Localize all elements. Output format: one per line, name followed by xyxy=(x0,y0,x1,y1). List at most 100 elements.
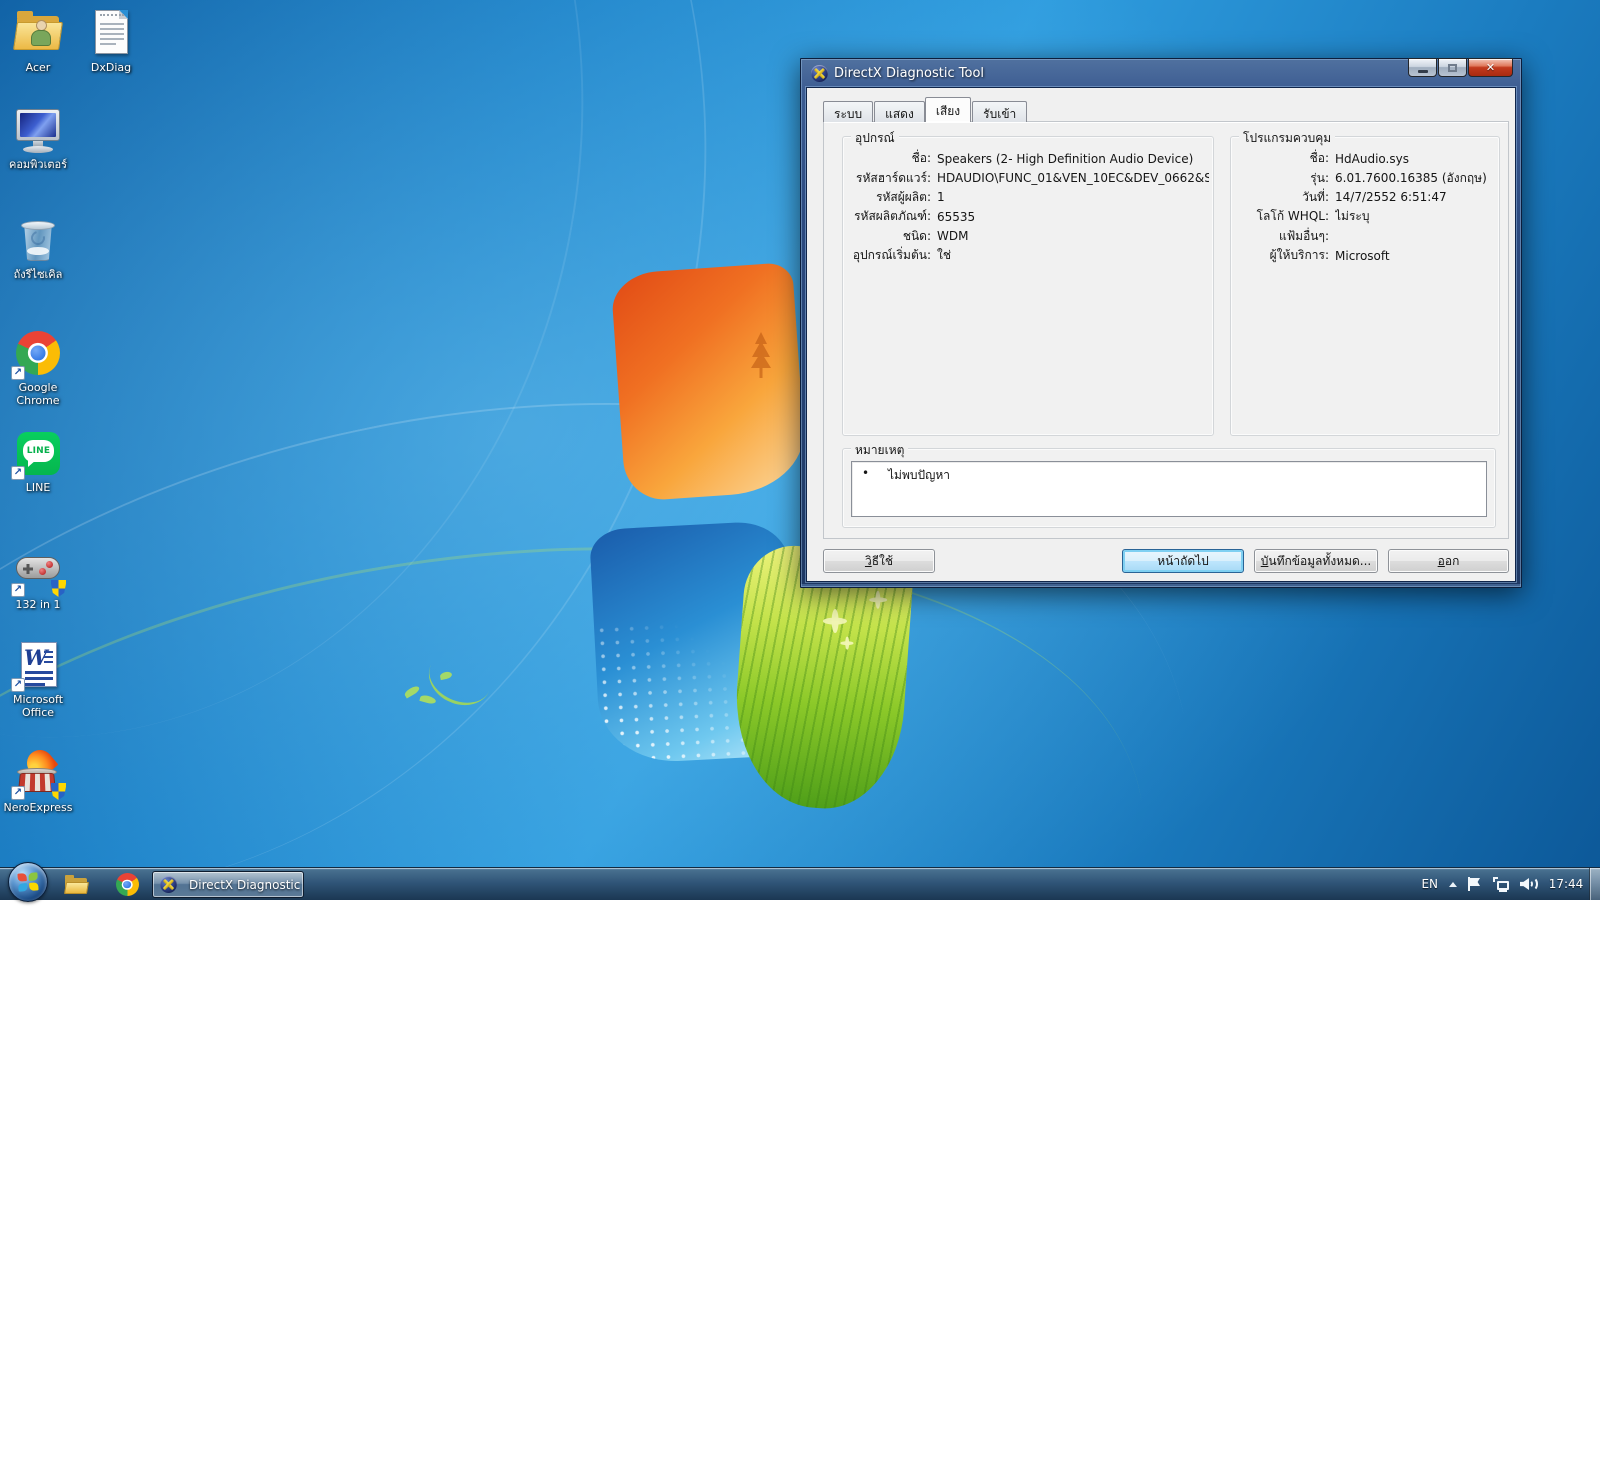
field-label: ผู้ให้บริการ: xyxy=(1237,246,1329,265)
device-row: รหัสฮาร์ดแวร์: HDAUDIO\FUNC_01&VEN_10EC&… xyxy=(849,168,1209,187)
system-tray: EN 17:44 xyxy=(1421,868,1584,900)
field-label: แฟ้มอื่นๆ: xyxy=(1237,227,1329,246)
clock[interactable]: 17:44 xyxy=(1548,877,1584,891)
desktop-icon-computer[interactable]: คอมพิวเตอร์ xyxy=(0,105,76,171)
window-titlebar[interactable]: DirectX Diagnostic Tool ✕ xyxy=(806,59,1516,87)
folder-icon xyxy=(65,876,89,894)
desktop-icon-recycle-bin[interactable]: ถังรีไซเคิล xyxy=(0,215,76,281)
flower-sparkle xyxy=(868,590,888,610)
field-value: Speakers (2- High Definition Audio Devic… xyxy=(937,152,1209,166)
desktop-icon-label: LINE xyxy=(0,481,76,494)
field-value: Microsoft xyxy=(1335,249,1495,263)
shortcut-arrow-icon: ↗ xyxy=(11,366,25,380)
desktop-icon-label: ถังรีไซเคิล xyxy=(0,268,76,281)
desktop-icon-microsoft-office[interactable]: W ↗ Microsoft Office xyxy=(0,640,76,719)
language-indicator[interactable]: EN xyxy=(1421,877,1438,891)
taskbar-explorer-button[interactable] xyxy=(62,872,92,897)
desktop-icon-google-chrome[interactable]: ↗ Google Chrome xyxy=(0,328,76,407)
notes-group-title: หมายเหตุ xyxy=(851,441,908,460)
field-label: วันที่: xyxy=(1237,188,1329,207)
driver-row: โลโก้ WHQL: ไม่ระบุ xyxy=(1237,207,1495,226)
tab-strip: ระบบ แสดง เสียง รับเข้า xyxy=(823,97,1028,122)
minimize-button[interactable] xyxy=(1408,58,1437,77)
driver-group-title: โปรแกรมควบคุม xyxy=(1239,129,1335,148)
uac-shield-icon xyxy=(51,783,66,800)
maximize-icon xyxy=(1448,64,1457,72)
tab-display[interactable]: แสดง xyxy=(874,101,925,122)
exit-button[interactable]: ออก xyxy=(1388,549,1509,573)
field-value: WDM xyxy=(937,229,1209,243)
tab-input[interactable]: รับเข้า xyxy=(972,101,1027,122)
directx-app-icon xyxy=(160,876,177,893)
field-value: HDAUDIO\FUNC_01&VEN_10EC&DEV_0662&SUBSYS… xyxy=(937,171,1209,185)
recycle-bin-icon xyxy=(13,215,63,265)
windows-flag-orange-pane xyxy=(610,262,807,502)
desktop-icon-label: Acer xyxy=(0,61,76,74)
tab-sound[interactable]: เสียง xyxy=(925,97,971,122)
desktop-icon-neroexpress[interactable]: ↗ NeroExpress xyxy=(0,748,76,814)
start-button[interactable] xyxy=(8,862,48,902)
dxdiag-window: DirectX Diagnostic Tool ✕ ระบบ แสดง เสีย… xyxy=(800,58,1522,588)
volume-icon[interactable] xyxy=(1520,877,1537,891)
gamepad-icon xyxy=(16,557,60,579)
show-desktop-button[interactable] xyxy=(1589,868,1600,900)
device-row: อุปกรณ์เริ่มต้น: ใช่ xyxy=(849,246,1209,265)
device-row: รหัสผลิตภัณฑ์: 65535 xyxy=(849,207,1209,226)
uac-shield-icon xyxy=(51,580,66,597)
device-row: ชนิด: WDM xyxy=(849,227,1209,246)
shortcut-arrow-icon: ↗ xyxy=(11,786,25,800)
desktop-icon-label: NeroExpress xyxy=(0,801,76,814)
dialog-button-row: วิธีใช้ หน้าถัดไป บันทึกข้อมูลทั้งหมด...… xyxy=(823,549,1509,573)
notes-group: หมายเหตุ • ไม่พบปัญหา xyxy=(842,448,1496,528)
dialog-client-area: ระบบ แสดง เสียง รับเข้า อุปกรณ์ ชื่อ: Sp… xyxy=(806,87,1516,582)
desktop-icon-label: DxDiag xyxy=(73,61,149,74)
help-button[interactable]: วิธีใช้ xyxy=(823,549,935,573)
driver-row: รุ่น: 6.01.7600.16385 (อังกฤษ) xyxy=(1237,168,1495,187)
shortcut-arrow-icon: ↗ xyxy=(11,678,25,692)
desktop-icon-label: คอมพิวเตอร์ xyxy=(0,158,76,171)
task-button-label: DirectX Diagnostic T... xyxy=(189,878,304,892)
flower-sparkle xyxy=(840,636,854,650)
device-row: ชื่อ: Speakers (2- High Definition Audio… xyxy=(849,149,1209,168)
text-document-icon xyxy=(95,10,128,54)
close-button[interactable]: ✕ xyxy=(1468,58,1513,77)
desktop-icon-line[interactable]: LINE ↗ LINE xyxy=(0,428,76,494)
field-label: รหัสผู้ผลิต: xyxy=(849,188,931,207)
desktop-icon-dxdiag[interactable]: DxDiag xyxy=(73,8,149,74)
taskbar-task-dxdiag[interactable]: DirectX Diagnostic T... xyxy=(152,871,304,898)
driver-row: วันที่: 14/7/2552 6:51:47 xyxy=(1237,188,1495,207)
action-center-flag-icon[interactable] xyxy=(1468,877,1481,891)
driver-row: ชื่อ: HdAudio.sys xyxy=(1237,149,1495,168)
field-value: 6.01.7600.16385 (อังกฤษ) xyxy=(1335,169,1495,188)
driver-row: แฟ้มอื่นๆ: xyxy=(1237,227,1495,246)
computer-icon xyxy=(13,105,63,155)
tab-system[interactable]: ระบบ xyxy=(823,101,873,122)
network-icon[interactable] xyxy=(1492,877,1509,892)
save-all-information-button[interactable]: บันทึกข้อมูลทั้งหมด... xyxy=(1254,549,1378,573)
window-title: DirectX Diagnostic Tool xyxy=(834,66,984,81)
desktop-icon-acer[interactable]: Acer xyxy=(0,8,76,74)
desktop-icon-label: Google Chrome xyxy=(0,381,76,407)
device-group: อุปกรณ์ ชื่อ: Speakers (2- High Definiti… xyxy=(842,136,1214,436)
desktop-icon-label: Microsoft Office xyxy=(0,693,76,719)
minimize-icon xyxy=(1418,70,1428,73)
sound-tab-page: อุปกรณ์ ชื่อ: Speakers (2- High Definiti… xyxy=(823,121,1509,539)
user-folder-icon xyxy=(30,20,52,48)
notes-listbox[interactable]: • ไม่พบปัญหา xyxy=(851,461,1487,517)
field-label: อุปกรณ์เริ่มต้น: xyxy=(849,246,931,265)
show-hidden-icons-icon[interactable] xyxy=(1449,882,1457,887)
tree-silhouette xyxy=(748,332,774,378)
next-page-button[interactable]: หน้าถัดไป xyxy=(1122,549,1244,573)
device-group-title: อุปกรณ์ xyxy=(851,129,899,148)
field-label: โลโก้ WHQL: xyxy=(1237,207,1329,226)
note-bullet: • xyxy=(862,466,888,516)
taskbar-chrome-button[interactable] xyxy=(112,872,142,897)
desktop-icon-132-in-1[interactable]: ↗ 132 in 1 xyxy=(0,545,76,611)
taskbar: DirectX Diagnostic T... EN 17:44 xyxy=(0,867,1600,900)
field-label: รหัสผลิตภัณฑ์: xyxy=(849,207,931,226)
maximize-button[interactable] xyxy=(1438,58,1467,77)
chrome-icon xyxy=(116,873,139,896)
windows-logo-icon xyxy=(17,872,38,891)
field-label: ชื่อ: xyxy=(1237,149,1329,168)
field-value: 1 xyxy=(937,190,1209,204)
